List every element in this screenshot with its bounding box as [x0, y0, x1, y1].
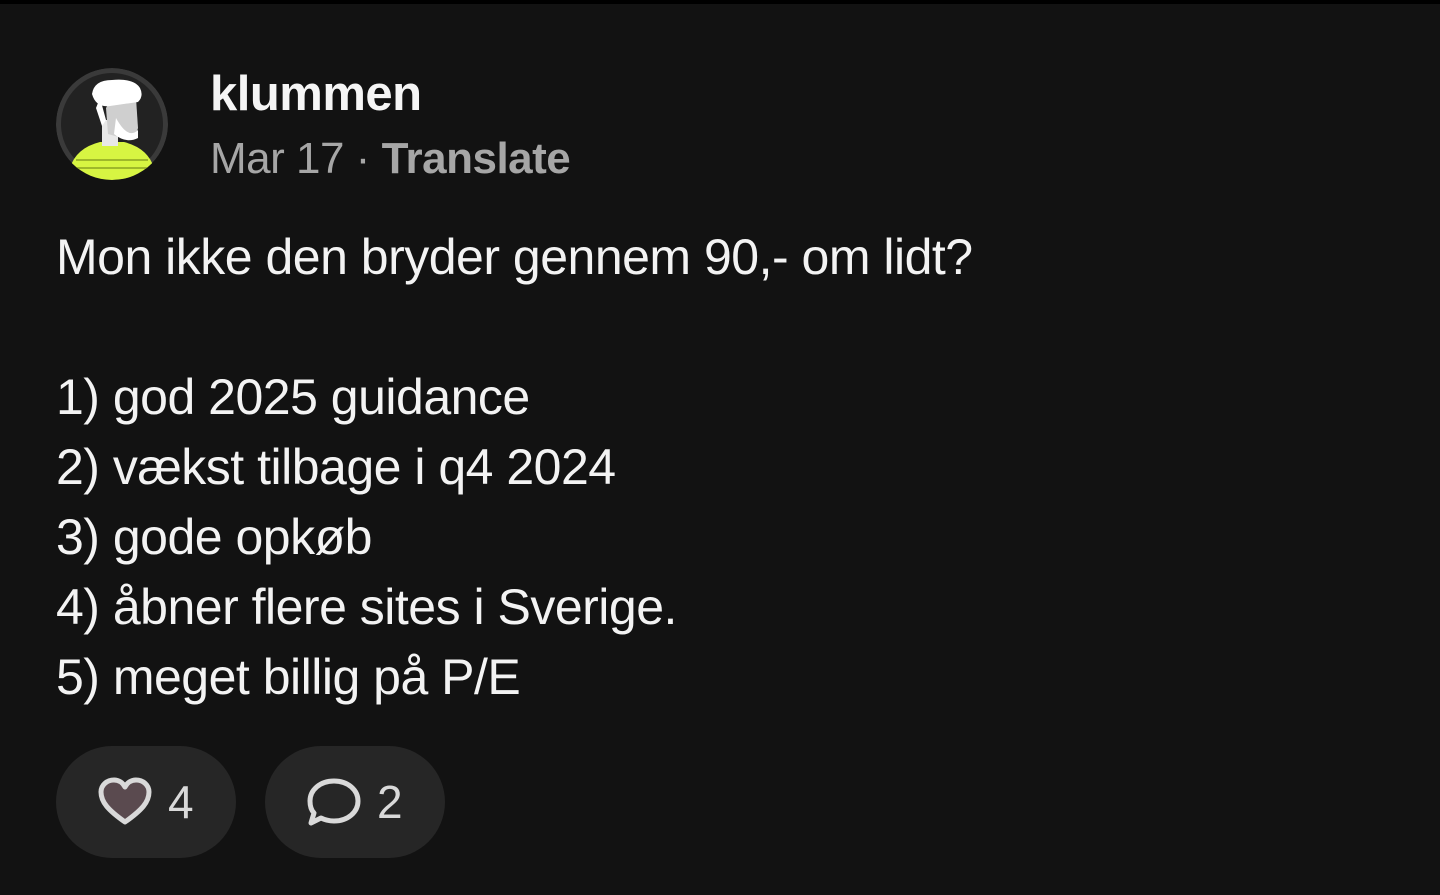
post-line: 4) åbner flere sites i Sverige. — [56, 579, 677, 635]
like-button[interactable]: 4 — [56, 746, 236, 858]
meta-separator: · — [343, 134, 382, 183]
post-line: Mon ikke den bryder gennem 90,- om lidt? — [56, 229, 973, 285]
avatar[interactable] — [56, 68, 168, 180]
speech-bubble-icon — [305, 776, 363, 828]
post-line: 1) god 2025 guidance — [56, 369, 530, 425]
post-body: Mon ikke den bryder gennem 90,- om lidt?… — [56, 222, 1386, 712]
translate-link[interactable]: Translate — [382, 134, 571, 183]
reply-button[interactable]: 2 — [265, 746, 445, 858]
author-name[interactable]: klummen — [210, 66, 422, 122]
post-card: klummen Mar 17 · Translate Mon ikke den … — [0, 4, 1440, 895]
post-date: Mar 17 — [210, 134, 344, 183]
post-meta: Mar 17 · Translate — [210, 134, 571, 184]
avatar-icon — [56, 68, 168, 180]
like-count: 4 — [168, 776, 194, 828]
heart-icon — [96, 776, 154, 828]
post-line: 2) vækst tilbage i q4 2024 — [56, 439, 616, 495]
reply-count: 2 — [377, 776, 403, 828]
post-line: 5) meget billig på P/E — [56, 649, 521, 705]
post-line: 3) gode opkøb — [56, 509, 372, 565]
